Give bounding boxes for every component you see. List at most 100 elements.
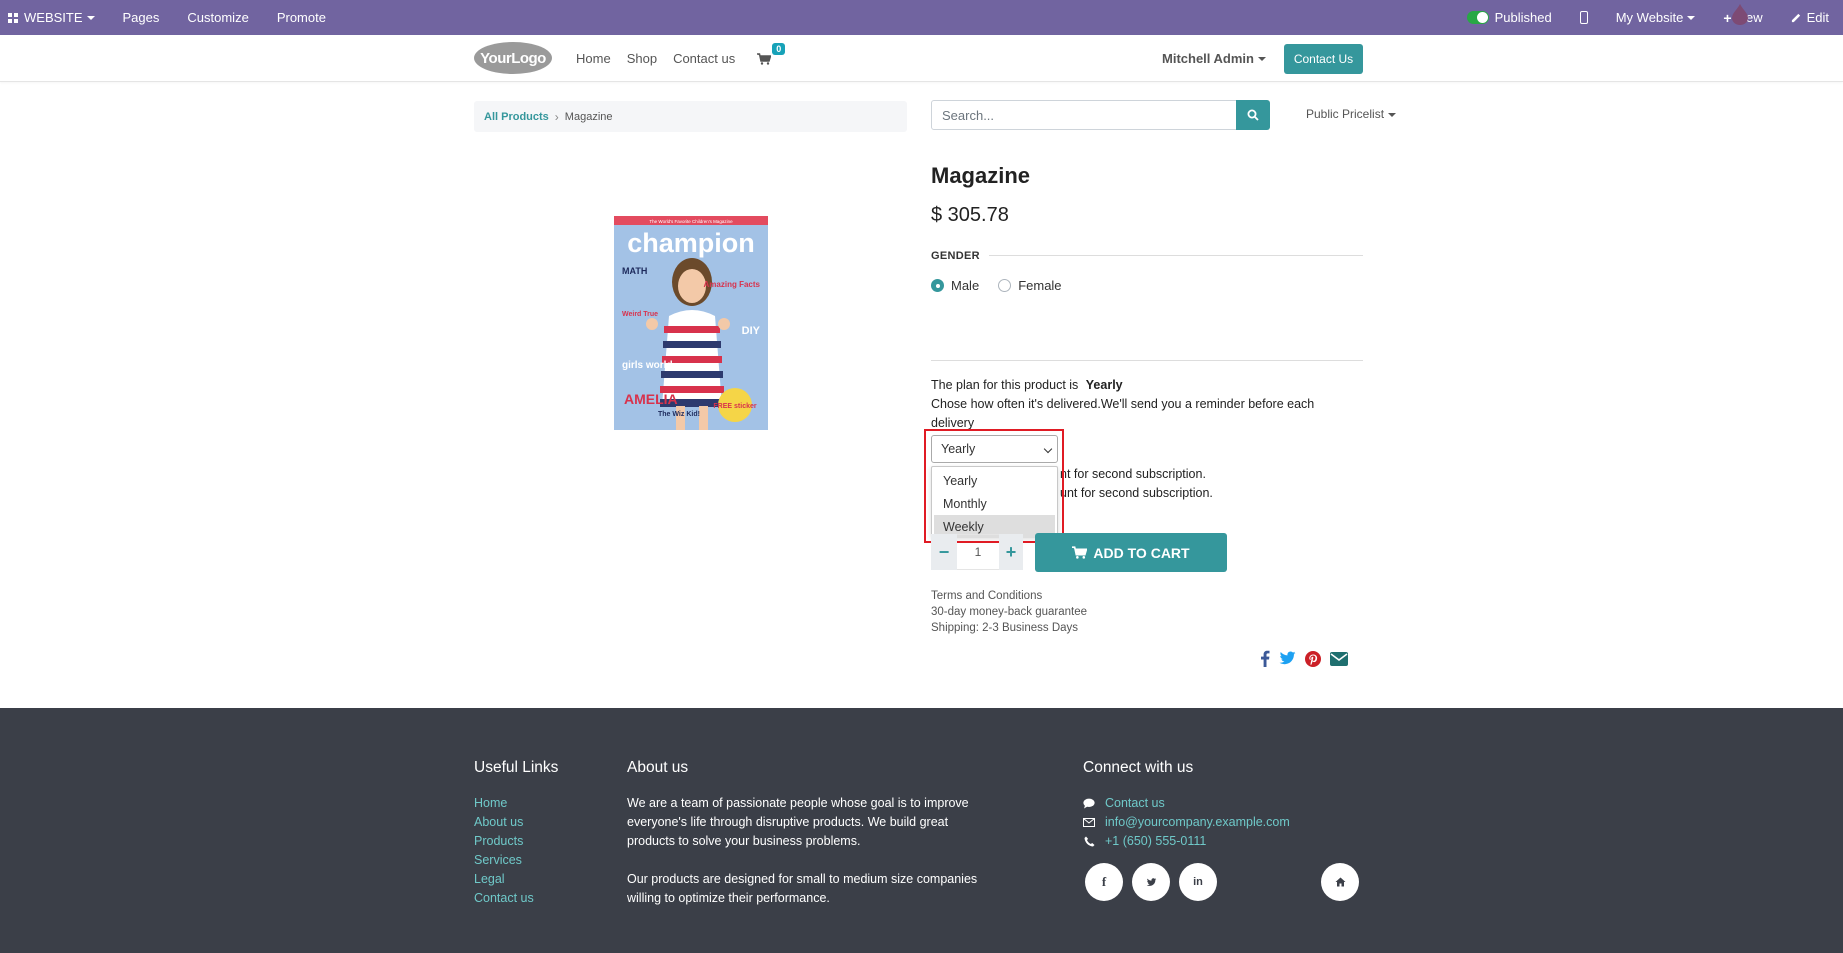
magazine-cover-image: The World's Favorite Children's Magazine…: [614, 216, 768, 430]
quantity-decrease-button[interactable]: −: [931, 534, 957, 570]
cart-icon: [1072, 546, 1088, 559]
cover-label-math: MATH: [622, 266, 647, 276]
guarantee-text: 30-day money-back guarantee: [931, 606, 1087, 618]
product-price: $ 305.78: [931, 204, 1009, 226]
footer-facebook-button[interactable]: f: [1085, 863, 1123, 901]
footer-link-products[interactable]: Products: [474, 832, 558, 851]
site-footer: Useful Links Home About us Products Serv…: [0, 708, 1843, 953]
contact-us-button[interactable]: Contact Us: [1284, 44, 1363, 74]
search-icon: [1247, 109, 1259, 121]
email-icon[interactable]: [1330, 651, 1348, 666]
pinterest-icon[interactable]: [1305, 650, 1321, 667]
published-toggle[interactable]: Published: [1453, 0, 1566, 35]
cover-label-facts: Amazing Facts: [704, 280, 761, 289]
plan-description: Chose how often it's delivered.We'll sen…: [931, 397, 1315, 430]
site-logo[interactable]: YourLogo: [474, 42, 552, 74]
plan-info: The plan for this product is Yearly Chos…: [931, 376, 1351, 433]
cart-link[interactable]: 0: [757, 42, 786, 65]
radio-female[interactable]: [998, 279, 1012, 292]
plan-value: Yearly: [1085, 378, 1123, 392]
attribute-label: GENDER: [931, 250, 980, 262]
cover-label-diy: DIY: [742, 325, 761, 337]
product-terms: Terms and Conditions 30-day money-back g…: [931, 588, 1087, 636]
promote-menu[interactable]: Promote: [263, 0, 340, 35]
cart-icon: [757, 52, 772, 65]
cover-label-amelia: AMELIA: [624, 391, 678, 407]
admin-bar: WEBSITE Pages Customize Promote Publishe…: [0, 0, 1843, 35]
footer-link-contact-us[interactable]: Contact us: [474, 889, 558, 908]
nav-shop[interactable]: Shop: [627, 51, 657, 66]
plan-prefix: The plan for this product is: [931, 378, 1079, 392]
search-button[interactable]: [1236, 100, 1270, 130]
attribute-divider: [989, 255, 1363, 256]
pages-menu[interactable]: Pages: [109, 0, 174, 35]
cover-label-weird: Weird True: [622, 311, 658, 318]
twitter-icon: [1146, 877, 1156, 886]
cover-label-sticker: FREE sticker: [713, 403, 756, 410]
cover-masthead: champion: [627, 228, 755, 258]
breadcrumb-all-products[interactable]: All Products: [484, 111, 549, 123]
gender-options: Male Female: [931, 278, 1062, 293]
my-website-menu[interactable]: My Website: [1602, 0, 1710, 35]
pricelist-dropdown[interactable]: Public Pricelist: [1306, 107, 1397, 121]
radio-male-label[interactable]: Male: [951, 278, 979, 293]
shipping-text: Shipping: 2-3 Business Days: [931, 622, 1079, 634]
footer-useful-links-title: Useful Links: [474, 759, 559, 776]
envelope-icon: [1083, 818, 1095, 827]
toggle-switch-icon: [1466, 11, 1489, 24]
footer-link-legal[interactable]: Legal: [474, 870, 558, 889]
quantity-input[interactable]: 1: [957, 534, 999, 570]
discount-note-2: unt for second subscription.: [1060, 486, 1213, 500]
footer-contact-item[interactable]: Contact us: [1083, 794, 1290, 813]
facebook-icon: f: [1101, 874, 1107, 889]
nav-home[interactable]: Home: [576, 51, 611, 66]
footer-link-services[interactable]: Services: [474, 851, 558, 870]
user-menu[interactable]: Mitchell Admin: [1162, 35, 1266, 82]
facebook-icon[interactable]: [1260, 650, 1270, 667]
website-menu[interactable]: WEBSITE: [0, 0, 109, 35]
quantity-increase-button[interactable]: +: [999, 534, 1023, 570]
cover-label-girls: girls world: [622, 360, 673, 371]
section-divider: [931, 360, 1363, 361]
footer-useful-links: Useful Links Home About us Products Serv…: [474, 759, 558, 908]
pencil-icon: [1791, 13, 1800, 23]
footer-home-button[interactable]: [1321, 863, 1359, 901]
nav-contact-us[interactable]: Contact us: [673, 51, 735, 66]
add-to-cart-button[interactable]: ADD TO CART: [1035, 533, 1227, 572]
mobile-preview-button[interactable]: [1566, 0, 1602, 35]
breadcrumb-chevron-icon: ›: [554, 109, 559, 124]
footer-phone-item[interactable]: +1 (650) 555-0111: [1083, 832, 1290, 851]
footer-about: About us We are a team of passionate peo…: [627, 759, 987, 908]
phone-icon: [1083, 836, 1095, 847]
customize-menu[interactable]: Customize: [173, 0, 262, 35]
footer-about-text-2: Our products are designed for small to m…: [627, 872, 978, 905]
breadcrumb-current: Magazine: [564, 110, 613, 123]
footer-connect-title: Connect with us: [1083, 759, 1194, 776]
odoo-drop-icon: [1732, 4, 1748, 25]
footer-email-item[interactable]: info@yourcompany.example.com: [1083, 813, 1290, 832]
footer-about-text-1: We are a team of passionate people whose…: [627, 796, 969, 848]
edit-button[interactable]: Edit: [1777, 0, 1829, 35]
product-image[interactable]: The World's Favorite Children's Magazine…: [614, 216, 768, 430]
annotation-highlight-box: [924, 429, 1064, 543]
footer-twitter-button[interactable]: [1132, 863, 1170, 901]
product-title: Magazine: [931, 163, 1031, 188]
radio-male[interactable]: [931, 279, 944, 292]
terms-link[interactable]: Terms and Conditions: [931, 588, 1087, 604]
mobile-icon: [1579, 11, 1588, 24]
apps-icon: [8, 12, 18, 23]
twitter-icon[interactable]: [1279, 651, 1296, 666]
footer-connect: Connect with us Contact us info@yourcomp…: [1083, 759, 1290, 851]
search-input[interactable]: Search...: [931, 100, 1237, 130]
site-header: YourLogo Home Shop Contact us 0 Mitchell…: [0, 35, 1843, 82]
main-nav: Home Shop Contact us 0: [576, 35, 787, 82]
cover-label-wiz-kid: The Wiz Kid!: [658, 411, 700, 418]
footer-link-home[interactable]: Home: [474, 794, 558, 813]
breadcrumb: All Products › Magazine: [474, 101, 907, 132]
radio-female-label[interactable]: Female: [1018, 278, 1061, 293]
footer-linkedin-button[interactable]: in: [1179, 863, 1217, 901]
cover-tagline: The World's Favorite Children's Magazine: [649, 219, 733, 224]
footer-link-about-us[interactable]: About us: [474, 813, 558, 832]
home-icon: [1335, 877, 1345, 887]
footer-about-title: About us: [627, 759, 689, 776]
